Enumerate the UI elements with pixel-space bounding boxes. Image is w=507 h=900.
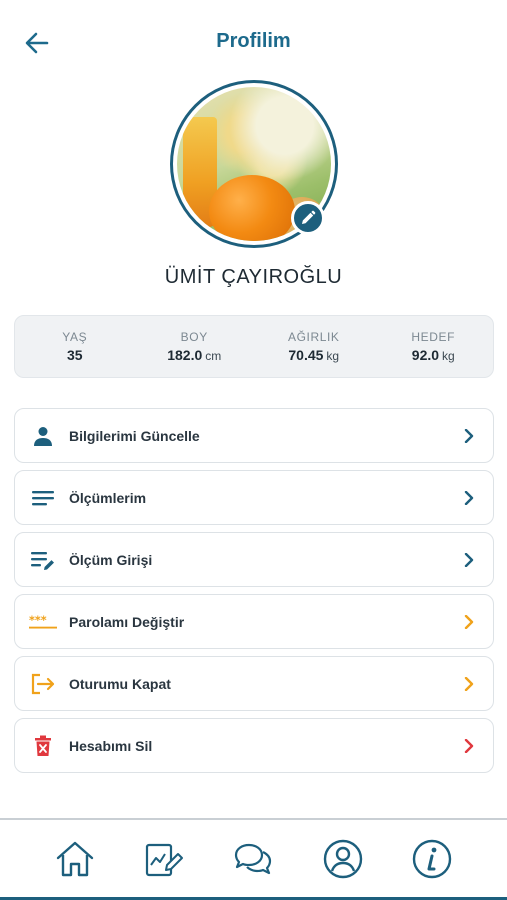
menu-label: Bilgilerimi Güncelle: [69, 427, 200, 444]
tab-chat[interactable]: [230, 836, 276, 882]
stat-number: 182.0: [167, 347, 203, 363]
stat-height: BOY 182.0 cm: [135, 316, 255, 377]
chevron-right-icon: [464, 428, 474, 443]
pencil-icon: [302, 210, 316, 224]
menu-label: Hesabımı Sil: [69, 737, 153, 754]
page-title: Profilim: [216, 30, 291, 52]
stat-value: 182.0 cm: [135, 347, 255, 363]
edit-photo-button[interactable]: [291, 201, 325, 235]
profile-avatar[interactable]: [170, 80, 338, 248]
password-icon: ***: [29, 614, 57, 629]
bottom-tab-bar: [0, 820, 507, 900]
menu-update-info[interactable]: Bilgilerimi Güncelle: [14, 408, 494, 463]
stat-unit: kg: [326, 349, 340, 363]
info-icon: [413, 839, 452, 878]
tab-profile[interactable]: [320, 836, 366, 882]
menu-change-password[interactable]: *** Parolamı Değiştir: [14, 594, 494, 649]
chevron-right-icon: [464, 552, 474, 567]
stat-target: HEDEF 92.0 kg: [374, 316, 494, 377]
home-icon: [56, 841, 93, 876]
stat-label: YAŞ: [62, 330, 88, 344]
stat-value: 92.0 kg: [374, 347, 494, 363]
menu-delete-account[interactable]: Hesabımı Sil: [14, 718, 494, 773]
menu-label: Ölçüm Girişi: [69, 551, 153, 568]
chevron-right-icon: [464, 676, 474, 691]
stats-panel: YAŞ 35 BOY 182.0 cm AĞIRLIK 70.45 kg HEDEF…: [14, 315, 494, 378]
list-icon: [32, 490, 54, 505]
stat-label: BOY: [180, 330, 208, 344]
tab-info[interactable]: [409, 836, 455, 882]
trash-icon: [35, 735, 51, 756]
chevron-right-icon: [464, 614, 474, 629]
stat-value: 70.45 kg: [254, 347, 374, 363]
logout-icon: [31, 673, 55, 694]
list-edit-icon: [31, 551, 54, 570]
orange-shape: [209, 175, 295, 241]
menu-measurements[interactable]: Ölçümlerim: [14, 470, 494, 525]
chevron-right-icon: [464, 738, 474, 753]
svg-text:***: ***: [29, 614, 47, 627]
chat-icon: [235, 843, 272, 874]
menu-label: Oturumu Kapat: [69, 675, 171, 692]
menu-measurement-entry[interactable]: Ölçüm Girişi: [14, 532, 494, 587]
stat-number: 35: [66, 347, 83, 363]
chevron-right-icon: [464, 490, 474, 505]
stat-label: AĞIRLIK: [287, 330, 340, 344]
stat-number: 70.45: [288, 347, 324, 363]
stat-label: HEDEF: [411, 330, 456, 344]
stat-unit: kg: [442, 349, 455, 363]
menu-label: Ölçümlerim: [69, 489, 147, 506]
tab-notes[interactable]: [141, 836, 187, 882]
stat-value: 35: [15, 347, 135, 363]
profile-menu: Bilgilerimi Güncelle Ölçümlerim Ölçüm Gi…: [14, 408, 494, 780]
stat-unit: cm: [205, 349, 222, 363]
user-name: ÜMİT ÇAYIROĞLU: [164, 266, 343, 288]
stat-weight: AĞIRLIK 70.45 kg: [254, 316, 374, 377]
menu-label: Parolamı Değiştir: [69, 613, 185, 630]
person-icon: [34, 426, 52, 446]
stat-age: YAŞ 35: [15, 316, 135, 377]
chart-edit-icon: [145, 843, 184, 876]
menu-logout[interactable]: Oturumu Kapat: [14, 656, 494, 711]
tab-home[interactable]: [52, 836, 98, 882]
stat-number: 92.0: [411, 347, 440, 363]
app-header: Profilim: [0, 0, 507, 84]
user-circle-icon: [323, 839, 363, 878]
